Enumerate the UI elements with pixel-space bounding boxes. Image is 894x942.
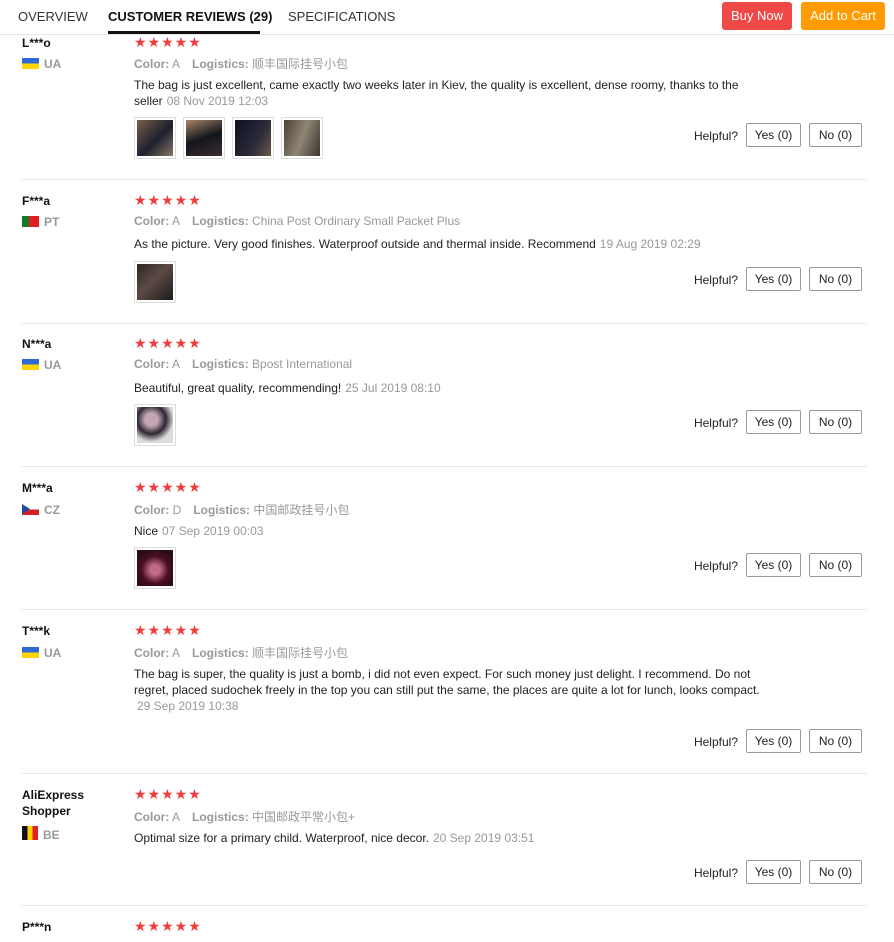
reviewer-country: PT (22, 215, 59, 229)
helpful-label: Helpful? (693, 273, 738, 287)
ukraine-flag-icon (22, 359, 39, 370)
active-tab-indicator (108, 31, 260, 34)
portugal-flag-icon (22, 216, 39, 227)
add-to-cart-button[interactable]: Add to Cart (801, 2, 885, 30)
review-item: P***n ★★★★★ (22, 919, 867, 942)
helpful-vote: Helpful? Yes (0) No (0) (682, 553, 862, 577)
review-item: N***a UA ★★★★★ Color: A Logistics: Bpost … (22, 336, 867, 467)
review-photos (134, 261, 183, 308)
helpful-no-button[interactable]: No (0) (809, 123, 862, 147)
rating-stars: ★★★★★ (134, 335, 202, 351)
helpful-no-button[interactable]: No (0) (809, 860, 862, 884)
helpful-yes-button[interactable]: Yes (0) (746, 267, 801, 291)
review-photo-thumbnail[interactable] (134, 404, 176, 446)
helpful-no-button[interactable]: No (0) (809, 410, 862, 434)
rating-stars: ★★★★★ (134, 918, 202, 934)
reviewer-name: N***a (22, 337, 52, 351)
helpful-yes-button[interactable]: Yes (0) (746, 553, 801, 577)
helpful-label: Helpful? (693, 866, 738, 880)
review-item: M***a CZ ★★★★★ Color: D Logistics: 中国邮政挂号… (22, 480, 867, 610)
reviewer-country: UA (22, 358, 61, 372)
helpful-yes-button[interactable]: Yes (0) (746, 729, 801, 753)
review-item: L***o UA ★★★★★ Color: A Logistics: 顺丰国际挂号… (22, 35, 867, 180)
review-meta: Color: A Logistics: China Post Ordinary S… (134, 214, 461, 228)
reviewer-country: CZ (22, 503, 60, 517)
review-item: F***a PT ★★★★★ Color: A Logistics: China … (22, 193, 867, 324)
buy-now-button[interactable]: Buy Now (722, 2, 792, 30)
tab-customer-reviews[interactable]: CUSTOMER REVIEWS (29) (108, 9, 272, 24)
review-meta: Color: A Logistics: 顺丰国际挂号小包 (134, 57, 349, 71)
review-photos (134, 117, 330, 164)
helpful-vote: Helpful? Yes (0) No (0) (682, 410, 862, 434)
review-text: Beautiful, great quality, recommending! 2… (134, 381, 441, 395)
tab-bar: OVERVIEW CUSTOMER REVIEWS (29) SPECIFICA… (0, 0, 894, 35)
helpful-vote: Helpful? Yes (0) No (0) (682, 729, 862, 753)
review-meta: Color: A Logistics: 顺丰国际挂号小包 (134, 646, 349, 660)
review-photo-thumbnail[interactable] (134, 547, 176, 589)
review-text: The bag is just excellent, came exactly … (134, 78, 739, 108)
reviewer-name: L***o (22, 36, 51, 50)
review-date: 29 Sep 2019 10:38 (137, 699, 239, 713)
review-date: 25 Jul 2019 08:10 (345, 381, 441, 395)
rating-stars: ★★★★★ (134, 786, 202, 802)
reviewer-name: T***k (22, 624, 51, 638)
rating-stars: ★★★★★ (134, 479, 202, 495)
ukraine-flag-icon (22, 647, 39, 658)
review-meta: Color: D Logistics: 中国邮政挂号小包 (134, 503, 350, 517)
reviewer-name: P***n (22, 920, 52, 934)
helpful-yes-button[interactable]: Yes (0) (746, 860, 801, 884)
rating-stars: ★★★★★ (134, 192, 202, 208)
review-photo-thumbnail[interactable] (183, 117, 225, 159)
review-meta: Color: A Logistics: 中国邮政平常小包+ (134, 810, 356, 824)
review-photo-thumbnail[interactable] (134, 261, 176, 303)
rating-stars: ★★★★★ (134, 622, 202, 638)
review-photos (134, 404, 183, 451)
reviewer-country: UA (22, 57, 61, 71)
review-photos (134, 547, 183, 594)
helpful-no-button[interactable]: No (0) (809, 553, 862, 577)
review-date: 07 Sep 2019 00:03 (162, 524, 264, 538)
helpful-no-button[interactable]: No (0) (809, 729, 862, 753)
reviewer-name: F***a (22, 194, 51, 208)
helpful-label: Helpful? (693, 735, 738, 749)
helpful-yes-button[interactable]: Yes (0) (746, 123, 801, 147)
helpful-yes-button[interactable]: Yes (0) (746, 410, 801, 434)
review-item: T***k UA ★★★★★ Color: A Logistics: 顺丰国际挂号… (22, 623, 867, 774)
review-text: As the picture. Very good finishes. Wate… (134, 237, 701, 251)
review-text: Nice 07 Sep 2019 00:03 (134, 524, 264, 538)
helpful-no-button[interactable]: No (0) (809, 267, 862, 291)
helpful-label: Helpful? (693, 559, 738, 573)
review-photo-thumbnail[interactable] (134, 117, 176, 159)
helpful-vote: Helpful? Yes (0) No (0) (682, 860, 862, 884)
review-photo-thumbnail[interactable] (232, 117, 274, 159)
tab-overview[interactable]: OVERVIEW (18, 9, 88, 24)
reviewer-name: AliExpress Shopper (22, 788, 85, 818)
rating-stars: ★★★★★ (134, 34, 202, 50)
reviewer-name: M***a (22, 481, 53, 495)
review-date: 08 Nov 2019 12:03 (166, 94, 269, 108)
helpful-vote: Helpful? Yes (0) No (0) (682, 267, 862, 291)
tab-specifications[interactable]: SPECIFICATIONS (288, 9, 395, 24)
belgium-flag-icon (22, 826, 38, 840)
review-meta: Color: A Logistics: Bpost International (134, 357, 353, 371)
review-date: 19 Aug 2019 02:29 (599, 237, 701, 251)
helpful-vote: Helpful? Yes (0) No (0) (682, 123, 862, 147)
review-photo-thumbnail[interactable] (281, 117, 323, 159)
reviewer-country: UA (22, 646, 61, 660)
helpful-label: Helpful? (693, 416, 738, 430)
ukraine-flag-icon (22, 58, 39, 69)
review-item: AliExpress Shopper BE ★★★★★ Color: A Logi… (22, 787, 867, 906)
review-text: The bag is super, the quality is just a … (134, 667, 760, 713)
reviewer-country: BE (22, 826, 60, 842)
czech-flag-icon (22, 504, 39, 515)
review-text: Optimal size for a primary child. Waterp… (134, 831, 535, 845)
helpful-label: Helpful? (693, 129, 738, 143)
review-date: 20 Sep 2019 03:51 (433, 831, 535, 845)
